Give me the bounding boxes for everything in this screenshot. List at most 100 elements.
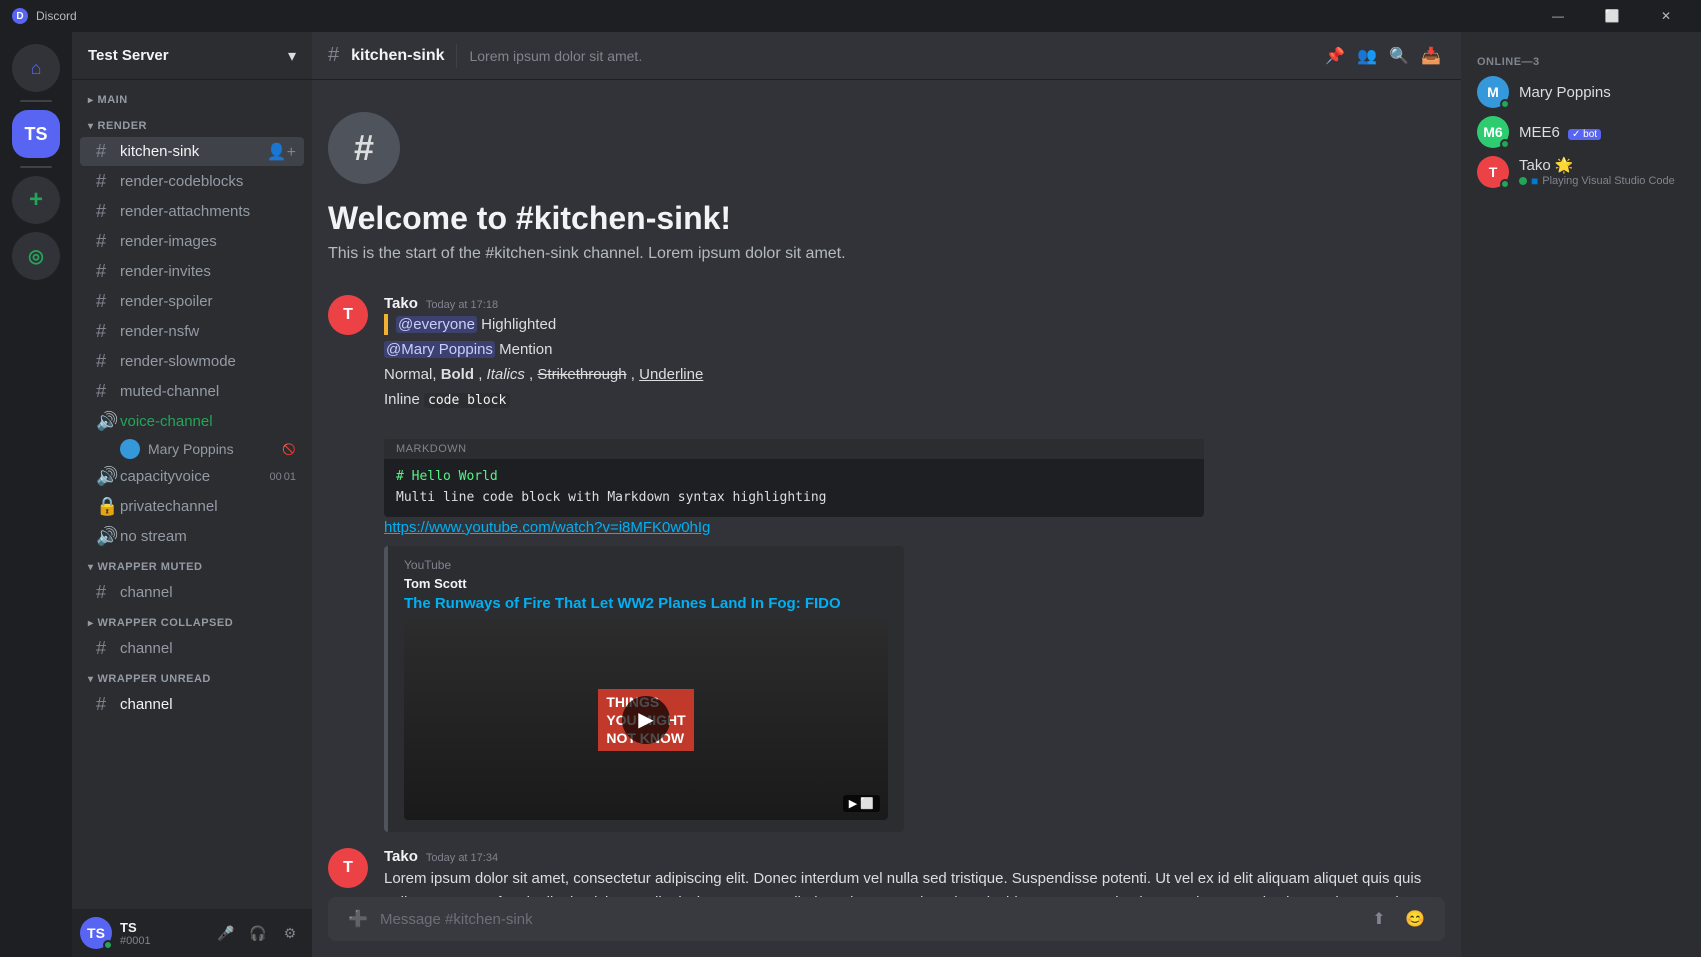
scroll-to-bottom-button[interactable]: ⬆ [1365,905,1393,933]
code-block-header: MARKDOWN [384,439,1204,459]
code-block-content: # Hello World Multi line code block with… [384,459,1204,517]
category-wrapper-unread-header[interactable]: ▾ Wrapper Unread [72,667,312,689]
close-button[interactable]: ✕ [1643,0,1689,32]
channel-wrapper-collapsed-channel[interactable]: # channel [80,634,304,663]
category-render: ▾ Render # kitchen-sink 👤+ # render-code… [72,114,312,551]
channel-render-spoiler[interactable]: # render-spoiler [80,287,304,316]
category-main: ▸ Main [72,88,312,110]
hash-icon: # [96,171,114,192]
hash-icon: # [96,321,114,342]
maximize-button[interactable]: ⬜ [1589,0,1635,32]
chat-input-area: ➕ ⬆ 😊 [312,897,1461,957]
category-main-header[interactable]: ▸ Main [72,88,312,110]
text-normal: Normal, [384,366,441,383]
text-comma: , [478,366,486,383]
pin-button[interactable]: 📌 [1321,42,1349,70]
hash-icon: # [96,231,114,252]
settings-button[interactable]: ⚙ [276,919,304,947]
youtube-embed: YouTube Tom Scott The Runways of Fire Th… [384,546,904,832]
channel-topbar-name: kitchen-sink [351,47,444,65]
add-server-button[interactable]: + [12,176,60,224]
app-title: Discord [36,9,77,23]
channel-wrapper-muted-channel[interactable]: # channel [80,578,304,607]
server-header[interactable]: Test Server ▾ [72,32,312,80]
channel-privatechannel[interactable]: 🔒 privatechannel [80,492,304,521]
server-name: Test Server [88,47,169,64]
message-group-2: T Tako Today at 17:34 Lorem ipsum dolor … [312,840,1461,897]
code-line-1: # Hello World [396,467,1192,488]
voice-count-badges: 00 01 [270,471,297,483]
member-avatar-mee6: M6 [1477,116,1509,148]
text-bold: Bold [441,366,474,383]
embed-author: Tom Scott [404,576,888,591]
category-wrapper-muted-header[interactable]: ▾ Wrapper Muted [72,555,312,577]
channel-render-nsfw[interactable]: # render-nsfw [80,317,304,346]
channel-render-images[interactable]: # render-images [80,227,304,256]
minimize-button[interactable]: — [1535,0,1581,32]
channel-voice-channel[interactable]: 🔊 voice-channel [80,407,304,436]
search-button[interactable]: 🔍 [1385,42,1413,70]
channel-list: ▸ Main ▾ Render # kitchen-sink 👤+ # rend… [72,80,312,909]
server-sidebar: ⌂ TS + ◎ [0,32,72,957]
play-button-icon[interactable]: ▶ [622,696,670,744]
voice-user-mary: Mary Poppins 🚫 [80,437,304,461]
member-item-mee6[interactable]: M6 MEE6 ✓ bot [1469,112,1693,152]
channel-sidebar: Test Server ▾ ▸ Main ▾ Render # kitchen-… [72,32,312,957]
category-wrapper-unread-label: Wrapper Unread [98,673,211,685]
channel-render-codeblocks[interactable]: # render-codeblocks [80,167,304,196]
members-button[interactable]: 👥 [1353,42,1381,70]
channel-render-attachments[interactable]: # render-attachments [80,197,304,226]
member-item-tako[interactable]: T Tako 🌟 ■ Playing Visual Studio Code [1469,152,1693,192]
category-render-label: Render [98,120,147,132]
embed-thumbnail[interactable]: THINGSYOU MIGHTNOT KNOW ▶ ▶ ⬜ [404,620,888,820]
inbox-button[interactable]: 📥 [1417,42,1445,70]
user-status-dot [103,940,113,950]
hash-icon: # [96,201,114,222]
channel-add-user-icon[interactable]: 👤+ [267,142,296,162]
code-block-lang: MARKDOWN [396,443,467,455]
hash-icon: # [96,638,114,659]
member-avatar-mary: M [1477,76,1509,108]
category-wrapper-collapsed-header[interactable]: ▸ Wrapper Collapsed [72,611,312,633]
channel-capacityvoice[interactable]: 🔊 capacityvoice 00 01 [80,462,304,491]
message-input[interactable] [380,911,1357,928]
channel-wrapper-unread-channel[interactable]: # channel [80,690,304,719]
current-user-name: TS [120,920,204,935]
message-time-2: Today at 17:34 [426,852,498,864]
hash-icon: # [96,582,114,603]
chevron-down-icon-unread: ▾ [88,674,94,685]
channel-render-invites[interactable]: # render-invites [80,257,304,286]
youtube-link[interactable]: https://www.youtube.com/watch?v=i8MFK0w0… [384,519,710,536]
message-line-5 [384,414,1445,435]
channel-name-muted-channel: muted-channel [120,383,296,400]
user-panel: TS TS #0001 🎤 🎧 ⚙ [72,909,312,957]
microphone-button[interactable]: 🎤 [212,919,240,947]
home-button[interactable]: ⌂ [12,44,60,92]
category-render-header[interactable]: ▾ Render [72,114,312,136]
channel-no-stream[interactable]: 🔊 no stream [80,522,304,551]
test-server-icon[interactable]: TS [12,110,60,158]
headphones-button[interactable]: 🎧 [244,919,272,947]
channel-kitchen-sink[interactable]: # kitchen-sink 👤+ [80,137,304,166]
explore-button[interactable]: ◎ [12,232,60,280]
speaker-icon: 🔊 [96,411,114,432]
embed-provider: YouTube [404,558,888,572]
message-line-3: Normal, Bold , Italics , Strikethrough ,… [384,364,1445,385]
hash-icon: # [96,381,114,402]
channel-muted-channel[interactable]: # muted-channel [80,377,304,406]
add-attachment-button[interactable]: ➕ [344,905,372,933]
embed-title[interactable]: The Runways of Fire That Let WW2 Planes … [404,595,888,612]
channel-name-render-slowmode: render-slowmode [120,353,296,370]
server-divider [20,100,52,102]
message-author-tako-2: Tako [384,848,418,865]
welcome-title: Welcome to #kitchen-sink! [328,200,1445,237]
member-info-tako: Tako 🌟 ■ Playing Visual Studio Code [1519,156,1685,188]
voice-user-name: Mary Poppins [148,441,234,457]
speaker-icon: 🔊 [96,526,114,547]
welcome-desc: This is the start of the #kitchen-sink c… [328,245,1445,263]
channel-name-wrapper-unread: channel [120,696,296,713]
hash-icon: # [96,351,114,372]
channel-render-slowmode[interactable]: # render-slowmode [80,347,304,376]
emoji-button[interactable]: 😊 [1401,905,1429,933]
member-item-mary[interactable]: M Mary Poppins [1469,72,1693,112]
